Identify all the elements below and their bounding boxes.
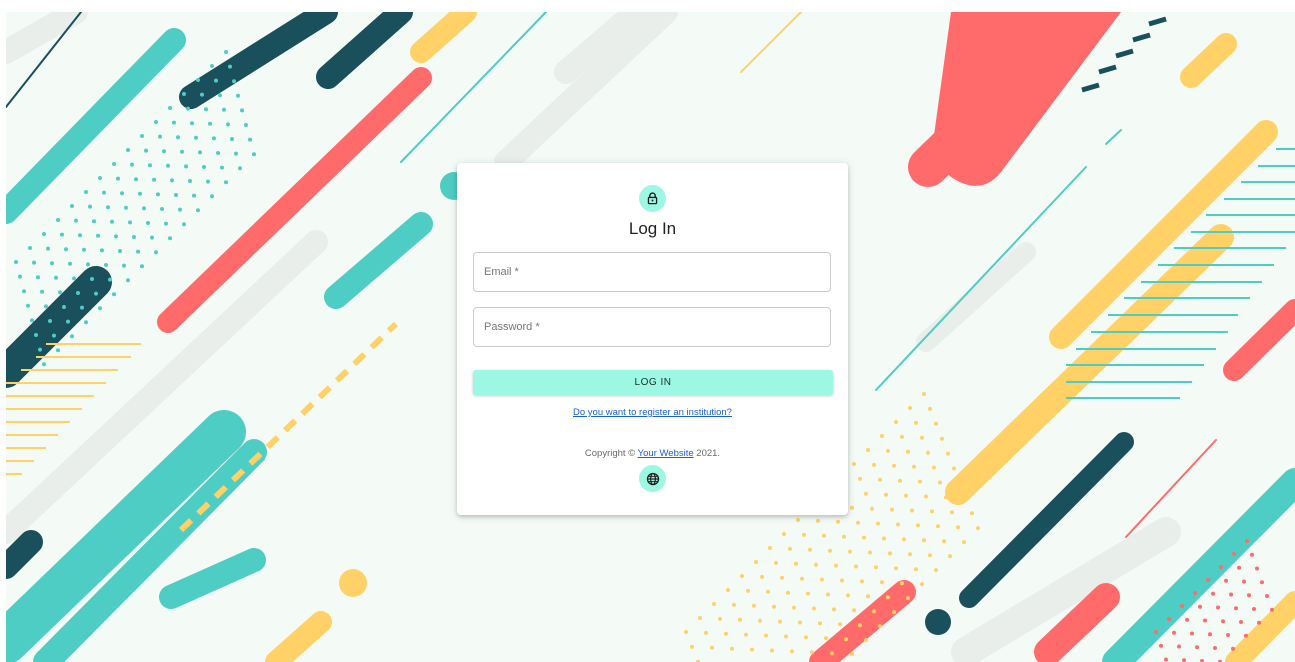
your-website-link[interactable]: Your Website: [638, 448, 694, 459]
copyright-text: Copyright © Your Website 2021.: [457, 448, 848, 459]
password-field[interactable]: [473, 307, 831, 347]
login-button[interactable]: LOG IN: [473, 370, 833, 395]
login-page: Log In LOG IN Do you want to register an…: [0, 0, 1295, 662]
copyright-prefix: Copyright ©: [584, 448, 638, 459]
lock-icon: [647, 192, 658, 205]
lock-avatar: [639, 185, 666, 212]
login-card: Log In LOG IN Do you want to register an…: [457, 163, 848, 515]
copyright-suffix: 2021.: [693, 448, 721, 459]
email-input[interactable]: [474, 253, 830, 291]
globe-avatar: [639, 465, 666, 492]
page-title: Log In: [628, 219, 677, 238]
register-institution-link[interactable]: Do you want to register an institution?: [457, 407, 848, 418]
globe-icon: [646, 472, 659, 485]
email-field[interactable]: [473, 252, 831, 292]
password-input[interactable]: [474, 308, 830, 346]
